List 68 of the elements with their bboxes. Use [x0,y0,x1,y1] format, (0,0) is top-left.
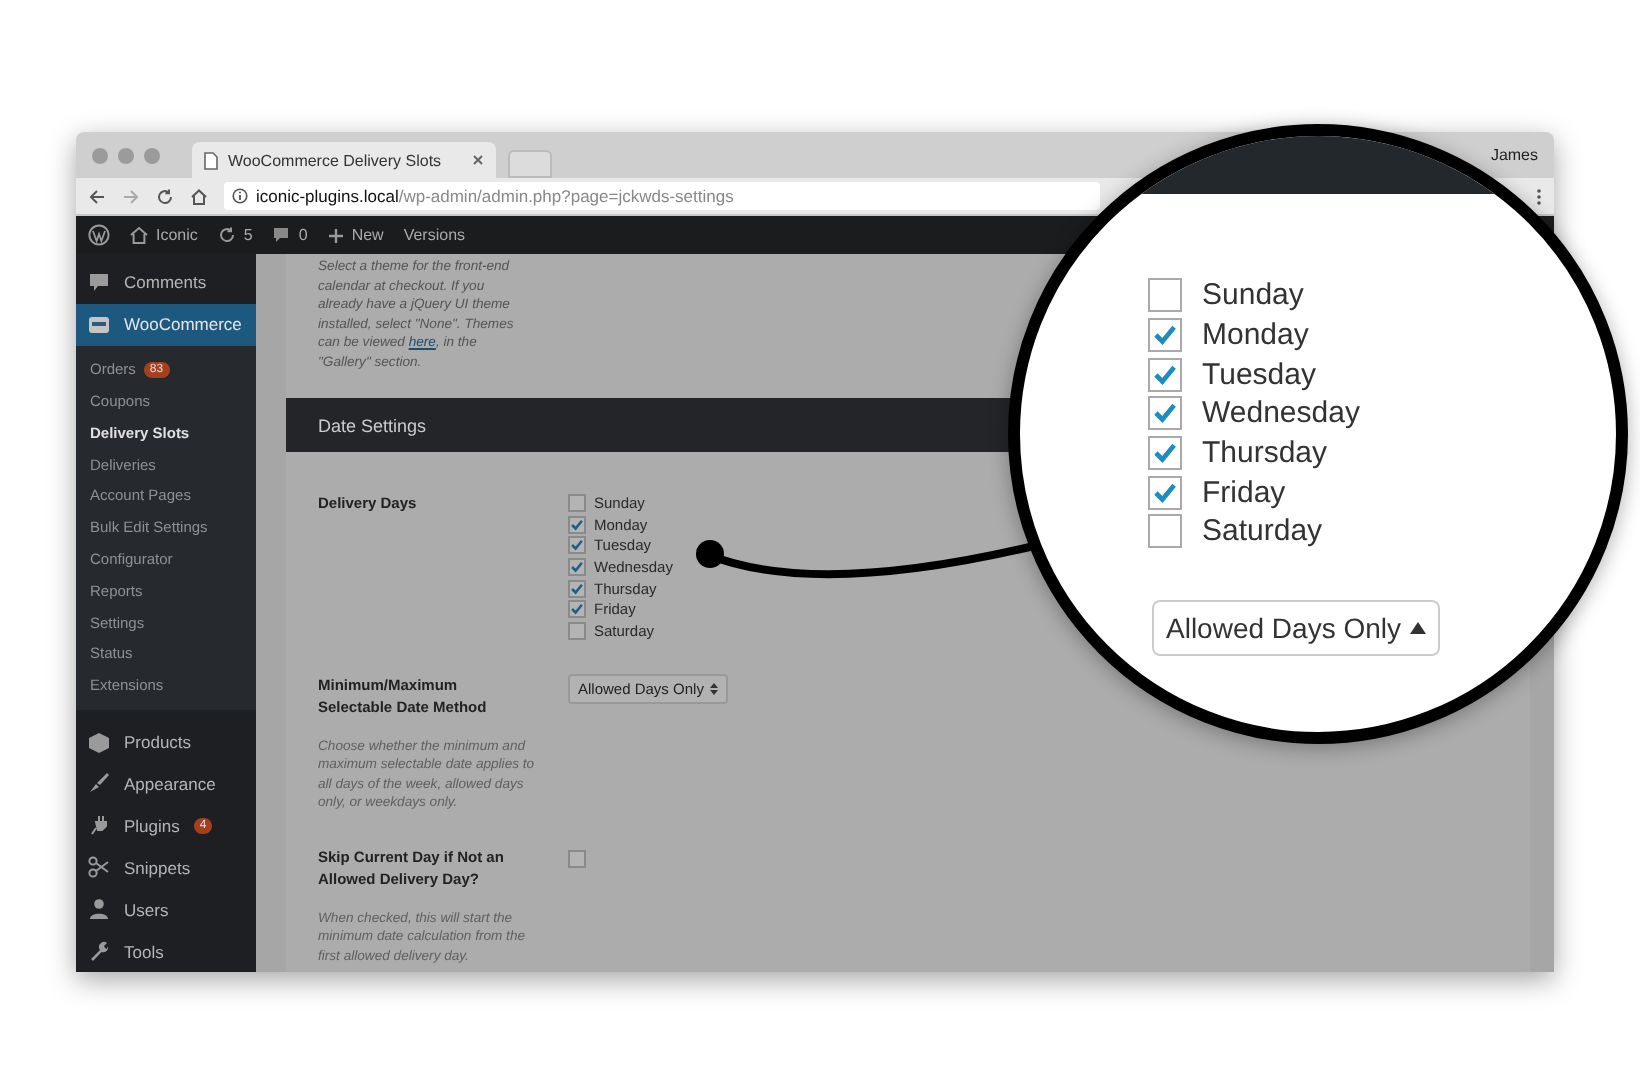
profile-name[interactable]: James [1490,146,1538,164]
cube-icon [88,731,110,753]
new-link[interactable]: New [327,226,384,244]
checkbox[interactable] [1148,475,1182,510]
checkbox[interactable] [568,515,586,534]
checkbox[interactable] [1148,436,1182,471]
menu-icon[interactable] [1536,187,1542,205]
checkbox[interactable] [568,600,586,619]
checkmark-icon [1152,440,1178,467]
site-link[interactable]: Iconic [130,226,198,244]
checkbox[interactable] [1148,396,1182,431]
checkbox[interactable] [568,536,586,555]
forward-icon[interactable] [122,187,140,205]
speech-bubble-icon [88,271,110,294]
checkmark-icon [1152,322,1178,349]
sidebar-menu-item[interactable]: WooCommerce [76,303,256,346]
checkbox[interactable] [568,621,586,640]
checkbox-label: Sunday [1202,278,1304,313]
checkbox-label: Monday [1202,318,1309,353]
checkmark-icon [1152,361,1178,388]
checkbox[interactable] [568,557,586,576]
versions-link[interactable]: Versions [403,226,466,244]
checkbox[interactable] [1148,278,1182,313]
up-arrow-icon [1409,622,1425,634]
plus-icon [327,227,344,243]
window-control-dot[interactable] [118,147,134,163]
page-icon [204,151,218,169]
speech-bubble-icon [272,226,291,244]
up-down-arrows-icon [709,681,718,696]
back-icon[interactable] [88,187,106,205]
checkmark-icon [1152,400,1178,427]
checkbox-label: Tuesday [1202,357,1316,392]
address-bar[interactable]: iconic-plugins.local/wp-admin/admin.php?page=jckwds-settings [224,182,1100,210]
checkbox[interactable] [568,493,586,512]
checkbox-label: Wednesday [1202,396,1360,431]
checkbox-label: Friday [1202,475,1286,510]
checkbox[interactable] [1148,357,1182,392]
reload-icon[interactable] [156,187,174,205]
checkmark-icon [1152,479,1178,506]
sidebar-menu-item[interactable]: Snippets [76,846,256,889]
wrench-icon [88,940,110,963]
window-control-dot[interactable] [92,147,108,163]
brush-icon [88,772,110,795]
sidebar-menu-item[interactable]: Tools [76,930,256,972]
updates-link[interactable]: 5 [217,226,253,244]
plug-icon [88,814,110,837]
sidebar-menu-item[interactable]: Products [76,721,256,763]
sidebar-menu-item[interactable]: Users [76,888,256,931]
window-control-dot[interactable] [144,147,160,163]
home-icon [130,226,148,244]
browser-tab[interactable]: WooCommerce Delivery Slots [192,142,496,178]
checkbox[interactable] [1148,318,1182,353]
home-icon[interactable] [190,187,208,205]
comments-link[interactable]: 0 [272,226,308,244]
dropdown[interactable]: Allowed Days Only [1152,600,1439,656]
url-text: iconic-plugins.local/wp-admin/admin.php?page=jckwds-settings [256,186,734,206]
close-icon[interactable] [472,154,484,166]
sidebar-menu-item[interactable]: Comments [76,262,256,304]
person-icon [88,898,110,921]
wordpress-logo-icon[interactable] [88,224,110,246]
checkbox[interactable] [568,579,586,598]
checkbox[interactable] [1148,514,1182,549]
info-icon [232,188,248,204]
sidebar-menu-item[interactable]: Appearance [76,762,256,805]
refresh-icon [217,226,236,244]
scissors-icon [88,856,110,879]
checkbox[interactable] [568,849,586,868]
checkbox-label: Saturday [1202,514,1323,549]
